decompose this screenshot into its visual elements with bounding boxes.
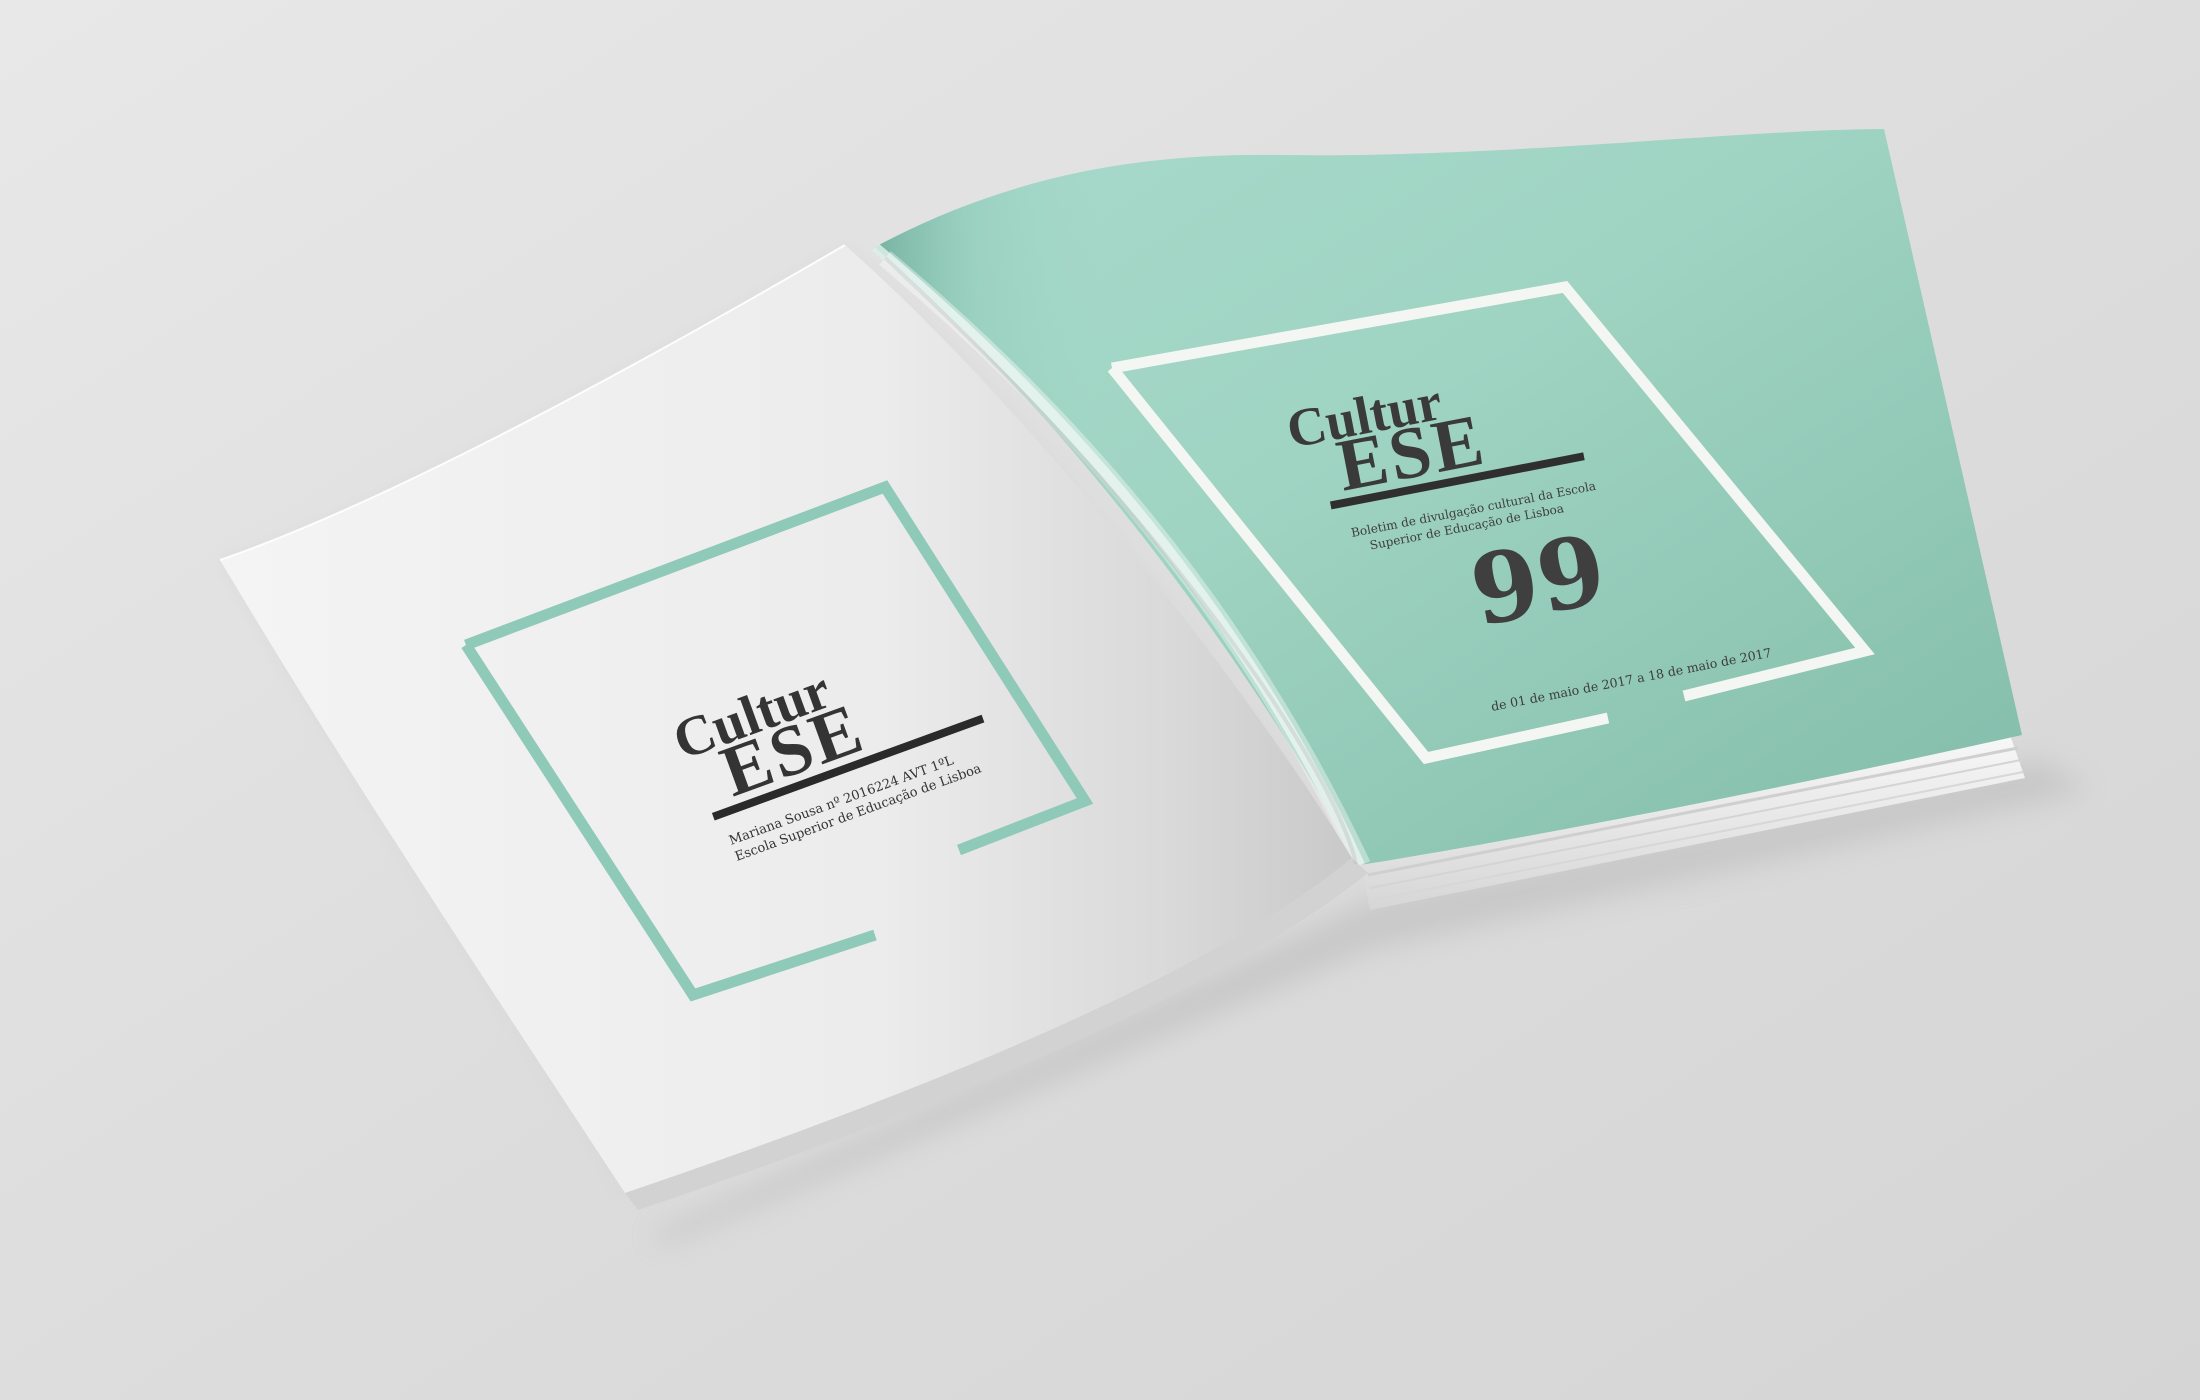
magazine-illustration: Cultur ESE Boletim de divulgação cultura… <box>0 0 2200 1400</box>
magazine-mockup-scene: Cultur ESE Boletim de divulgação cultura… <box>0 0 2200 1400</box>
